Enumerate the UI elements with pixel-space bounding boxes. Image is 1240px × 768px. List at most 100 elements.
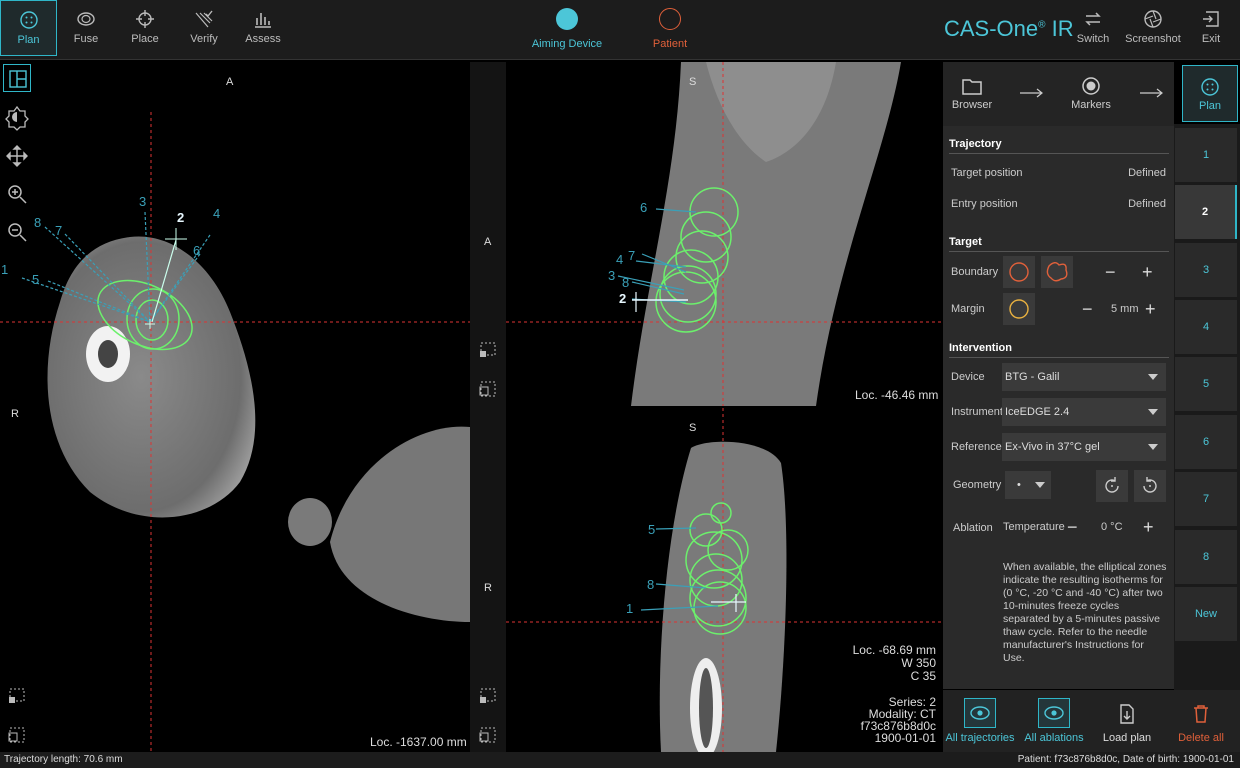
sagittal-marker-7: 7 xyxy=(628,248,636,263)
sagittal-marker-6: 6 xyxy=(640,200,648,215)
wizard-plan-label: Plan xyxy=(1198,100,1222,112)
zoom-out-button[interactable] xyxy=(3,218,31,246)
device-value: BTG - Galil xyxy=(1005,371,1060,383)
boundary-circle-button[interactable] xyxy=(1003,256,1035,288)
load-file-icon xyxy=(1120,704,1134,724)
trajectory-item-4[interactable]: 4 xyxy=(1175,300,1237,354)
axial-label-right: R xyxy=(11,408,19,420)
chevron-down-icon xyxy=(1035,482,1045,488)
chart-icon xyxy=(255,13,271,28)
delete-all-button[interactable]: Delete all xyxy=(1170,690,1232,752)
trash-icon xyxy=(1194,705,1208,723)
brightness-button[interactable] xyxy=(3,103,31,131)
isotherm-note: When available, the elliptical zones ind… xyxy=(1003,561,1167,664)
top-toolbar: Plan Fuse Place Verify Assess Aiming Dev… xyxy=(0,0,1240,60)
trajectory-item-7[interactable]: 7 xyxy=(1175,472,1237,526)
sagittal-location: Loc. -46.46 mm xyxy=(855,388,939,402)
sagittal-label-anterior: A xyxy=(484,236,492,248)
layout-button[interactable] xyxy=(3,64,31,92)
coronal-window-center: C 35 xyxy=(910,669,936,683)
view-gutter: A R xyxy=(470,62,506,752)
reference-value: Ex-Vivo in 37°C gel xyxy=(1005,441,1100,453)
tab-place[interactable]: Place xyxy=(116,0,174,56)
switch-button[interactable]: Switch xyxy=(1064,0,1122,56)
sagittal-restore-button[interactable] xyxy=(476,377,500,401)
coronal-maximize-button[interactable] xyxy=(476,684,500,708)
trajectory-item-8[interactable]: 8 xyxy=(1175,530,1237,584)
coronal-view[interactable]: S 5 8 1 Loc. -68.69 mm W 350 C 35 Series… xyxy=(506,408,943,752)
intervention-section-title: Intervention xyxy=(949,342,1169,358)
maximize-icon xyxy=(480,688,496,703)
temperature-decrease-button[interactable]: − xyxy=(1067,518,1078,536)
aiming-device-status[interactable]: Aiming Device xyxy=(530,8,604,50)
new-trajectory-button[interactable]: New xyxy=(1175,587,1237,641)
zoom-in-icon xyxy=(8,185,27,204)
boundary-increase-button[interactable]: + xyxy=(1142,263,1153,281)
tab-verify[interactable]: Verify xyxy=(175,0,233,56)
tab-verify-label: Verify xyxy=(190,33,218,45)
eye-icon xyxy=(964,698,996,728)
rotate-left-button[interactable] xyxy=(1096,470,1128,502)
arrow-right-icon xyxy=(1020,88,1043,98)
sagittal-marker-3: 3 xyxy=(608,268,616,283)
target-position-value: Defined xyxy=(1128,167,1166,179)
switch-label: Switch xyxy=(1076,33,1110,45)
rotate-right-button[interactable] xyxy=(1134,470,1166,502)
chevron-down-icon xyxy=(1148,374,1158,380)
boundary-decrease-button[interactable]: − xyxy=(1105,263,1116,281)
delete-all-label: Delete all xyxy=(1178,732,1224,744)
wizard-browser[interactable]: Browser xyxy=(950,62,994,124)
geometry-value: • xyxy=(1017,479,1021,491)
wizard-markers[interactable]: Markers xyxy=(1068,62,1114,124)
instrument-label: Instrument xyxy=(951,406,1003,418)
sagittal-maximize-button[interactable] xyxy=(476,338,500,362)
trajectory-item-1[interactable]: 1 xyxy=(1175,128,1237,182)
load-plan-button[interactable]: Load plan xyxy=(1096,690,1158,752)
trajectory-item-2[interactable]: 2 xyxy=(1175,185,1237,239)
all-ablations-button[interactable]: All ablations xyxy=(1020,690,1088,752)
margin-decrease-button[interactable]: − xyxy=(1082,300,1093,318)
tab-fuse[interactable]: Fuse xyxy=(57,0,115,56)
trajectory-item-6[interactable]: 6 xyxy=(1175,415,1237,469)
axial-restore-button[interactable] xyxy=(5,723,29,747)
tab-fuse-label: Fuse xyxy=(73,33,99,45)
reference-select[interactable]: Ex-Vivo in 37°C gel xyxy=(1002,433,1166,461)
margin-circle-button[interactable] xyxy=(1003,293,1035,325)
geometry-select[interactable]: • xyxy=(1005,471,1051,499)
device-select[interactable]: BTG - Galil xyxy=(1002,363,1166,391)
axial-maximize-button[interactable] xyxy=(5,684,29,708)
trajectory-item-5[interactable]: 5 xyxy=(1175,357,1237,411)
wizard-markers-label: Markers xyxy=(1071,99,1111,111)
boundary-freeform-button[interactable] xyxy=(1041,256,1073,288)
sagittal-view[interactable]: S Loc. -46.46 mm 6 4 7 3 8 2 xyxy=(506,62,943,406)
margin-value: 5 mm xyxy=(1111,303,1139,315)
coronal-restore-button[interactable] xyxy=(476,723,500,747)
tab-plan[interactable]: Plan xyxy=(0,0,57,56)
temperature-increase-button[interactable]: + xyxy=(1143,518,1154,536)
tab-assess[interactable]: Assess xyxy=(234,0,292,56)
screenshot-button[interactable]: Screenshot xyxy=(1122,0,1184,56)
switch-icon xyxy=(1085,12,1101,26)
wizard-plan[interactable]: Plan xyxy=(1182,65,1238,122)
sagittal-marker-4: 4 xyxy=(616,252,624,267)
patient-dot-icon xyxy=(659,8,681,30)
crosshair-icon xyxy=(136,10,154,28)
rotate-ccw-icon xyxy=(1105,477,1119,493)
move-arrows-icon xyxy=(6,145,28,167)
exit-button[interactable]: Exit xyxy=(1182,0,1240,56)
trajectory-item-3[interactable]: 3 xyxy=(1175,243,1237,297)
zoom-in-button[interactable] xyxy=(3,180,31,208)
axial-view[interactable]: A R Loc. -1637.00 mm 1 5 8 7 3 2 4 6 xyxy=(0,62,470,752)
patient-status[interactable]: Patient xyxy=(640,8,700,50)
chevron-down-icon xyxy=(1148,444,1158,450)
chevron-down-icon xyxy=(1148,409,1158,415)
axial-marker-6: 6 xyxy=(193,243,201,258)
pan-button[interactable] xyxy=(3,142,31,170)
coronal-marker-1: 1 xyxy=(626,601,634,616)
all-trajectories-button[interactable]: All trajectories xyxy=(945,690,1015,752)
marker-target-icon xyxy=(1082,77,1100,95)
margin-increase-button[interactable]: + xyxy=(1145,300,1156,318)
circle-shape-icon xyxy=(1009,262,1029,282)
brand-name: CAS-One xyxy=(944,16,1039,41)
instrument-select[interactable]: IceEDGE 2.4 xyxy=(1002,398,1166,426)
